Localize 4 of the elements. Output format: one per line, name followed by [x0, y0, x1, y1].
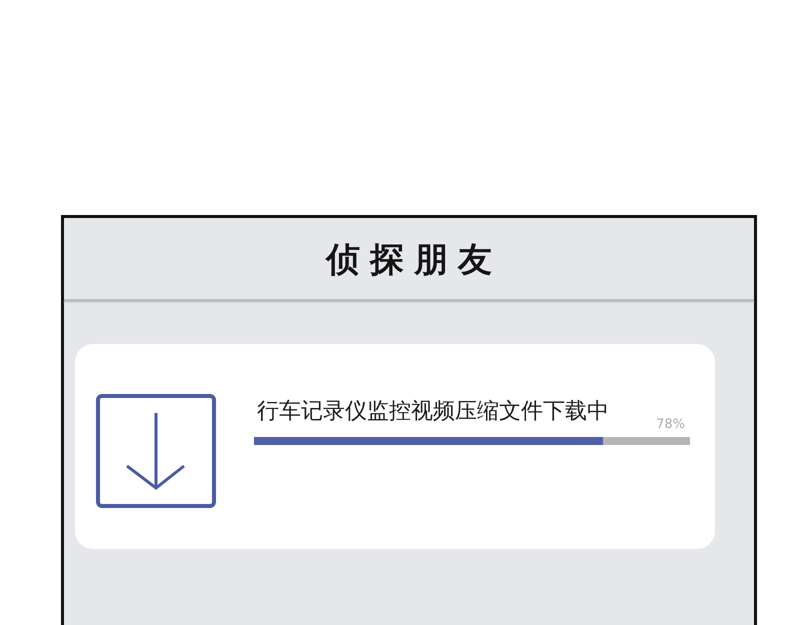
progress-percent: 78% [656, 417, 685, 434]
page-title: 侦探朋友 [324, 240, 502, 281]
download-icon [96, 394, 216, 508]
download-message: 行车记录仪监控视频压缩文件下载中 [257, 399, 609, 426]
